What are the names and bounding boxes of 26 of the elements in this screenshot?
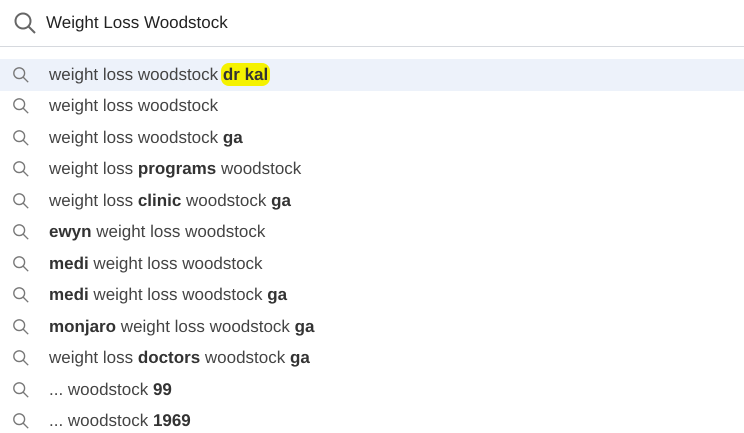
suggestion-item[interactable]: ... woodstock 99	[0, 374, 744, 406]
suggestion-item[interactable]: ewyn weight loss woodstock	[0, 216, 744, 248]
search-icon	[12, 128, 30, 147]
search-icon	[12, 223, 30, 242]
suggestion-item[interactable]: weight loss woodstock ga	[0, 122, 744, 154]
search-icon	[12, 380, 30, 399]
suggestion-item[interactable]: weight loss clinic woodstock ga	[0, 185, 744, 216]
search-field[interactable]: Weight Loss Woodstock	[46, 13, 228, 33]
search-icon	[12, 192, 30, 210]
suggestion-item[interactable]: weight loss programs woodstock	[0, 154, 744, 185]
suggestion-item[interactable]: weight loss woodstock	[0, 90, 744, 122]
suggestion-item[interactable]: medi weight loss woodstock ga	[0, 280, 744, 311]
search-icon	[12, 160, 30, 178]
search-icon	[12, 412, 30, 430]
search-icon	[12, 97, 30, 116]
search-icon	[12, 66, 30, 84]
search-icon	[12, 286, 30, 304]
search-icon	[13, 11, 37, 35]
suggestion-item[interactable]: monjaro weight loss woodstock ga	[0, 311, 744, 342]
suggestion-item[interactable]: medi weight loss woodstock	[0, 248, 744, 280]
suggestion-item[interactable]: ... woodstock 1969	[0, 406, 744, 433]
search-icon	[12, 318, 30, 336]
suggestion-item[interactable]: weight loss woodstock dr kal	[0, 59, 744, 90]
suggestion-item[interactable]: weight loss doctors woodstock ga	[0, 342, 744, 374]
search-icon	[12, 254, 30, 273]
search-icon	[12, 349, 30, 368]
